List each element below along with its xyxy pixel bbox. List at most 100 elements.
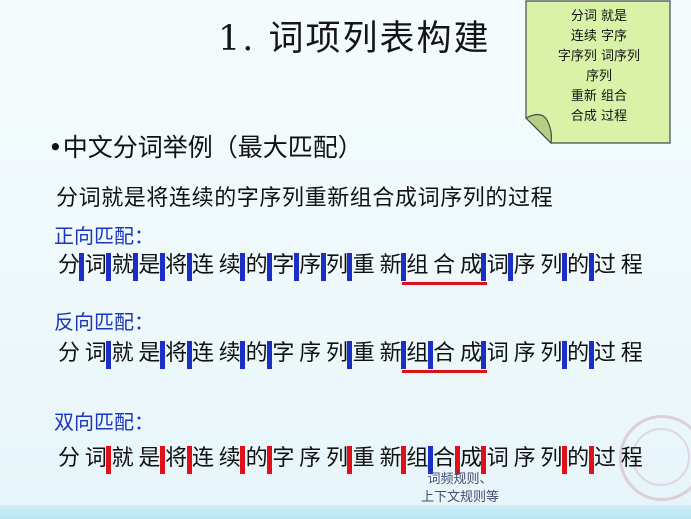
segmented-char: 是	[138, 341, 161, 366]
segmented-char: 是	[138, 446, 161, 471]
segmented-char: 将	[165, 253, 188, 278]
segmented-char: 连	[191, 446, 214, 471]
segmented-char: 续	[218, 446, 241, 471]
word-boundary-marker	[240, 341, 246, 369]
note-line: 序列	[585, 69, 612, 84]
segmented-char: 的	[567, 341, 590, 366]
word-boundary-marker	[427, 341, 433, 369]
bottom-band	[0, 505, 691, 519]
word-boundary-marker	[481, 446, 487, 474]
word-boundary-marker	[481, 253, 487, 281]
word-boundary-marker	[561, 253, 567, 281]
segmented-char: 续	[218, 341, 241, 366]
bidirectional-match-label: 双向匹配：	[54, 410, 154, 434]
segmented-char: 词	[84, 253, 107, 278]
ambiguity-underline	[402, 370, 487, 373]
segmented-char: 重	[352, 253, 375, 278]
footnote-line: 词频规则、	[427, 472, 493, 487]
segmented-char: 合	[433, 341, 456, 366]
word-boundary-marker	[400, 253, 406, 281]
segmented-char: 重	[352, 446, 375, 471]
segmented-char: 就	[111, 253, 134, 278]
segmented-char: 将	[165, 446, 188, 471]
segmented-char: 词	[486, 341, 509, 366]
segmented-char: 词	[486, 253, 509, 278]
segmented-char: 的	[245, 253, 268, 278]
segmented-char: 组	[406, 253, 429, 278]
segmented-char: 过	[593, 253, 616, 278]
segmented-char: 连	[191, 253, 214, 278]
segmented-char: 词	[84, 446, 107, 471]
segmented-char: 列	[325, 341, 348, 366]
footnote-line: 上下文规则等	[420, 490, 499, 505]
note-line: 字序列 词序列	[557, 49, 641, 64]
word-boundary-marker	[400, 341, 406, 369]
note-line: 分词 就是	[570, 9, 628, 24]
note-line: 连续 字序	[570, 29, 628, 44]
segmented-char: 列	[540, 341, 563, 366]
segmented-char: 分	[57, 341, 80, 366]
word-boundary-marker	[400, 446, 406, 474]
backward-match-segmentation: 分词就是将连续的字序列重新组合成词序列的过程	[56, 338, 676, 373]
bullet-text: 中文分词举例（最大匹配）	[62, 133, 363, 162]
segmented-char: 词	[84, 341, 107, 366]
word-boundary-marker	[240, 253, 246, 281]
word-boundary-marker	[320, 253, 326, 281]
forward-match-segmentation: 分词就是将连续的字序列重新组合成词序列的过程	[56, 250, 676, 285]
example-sentence: 分词就是将连续的字序列重新组合成词序列的过程	[56, 186, 554, 211]
word-boundary-marker	[159, 341, 165, 369]
word-boundary-marker	[159, 446, 165, 474]
word-boundary-marker	[186, 341, 192, 369]
word-boundary-marker	[561, 446, 567, 474]
word-boundary-marker	[347, 446, 353, 474]
segmented-char: 字	[272, 341, 295, 366]
note-line: 重新 组合	[570, 89, 628, 104]
segmented-char: 将	[165, 341, 188, 366]
word-boundary-marker	[106, 341, 112, 369]
segmented-char: 序	[299, 253, 322, 278]
footnote: 词频规则、 上下文规则等	[395, 471, 525, 507]
word-boundary-marker	[427, 446, 433, 474]
word-boundary-marker	[508, 253, 514, 281]
segmented-char: 列	[325, 446, 348, 471]
segmented-char: 的	[567, 446, 590, 471]
segmented-char: 列	[540, 253, 563, 278]
segmented-char: 分	[57, 253, 80, 278]
segmented-char: 重	[352, 341, 375, 366]
backward-match-label: 反向匹配：	[54, 310, 154, 334]
sticky-note-text: 分词 就是 连续 字序 字序列 词序列 序列 重新 组合 合成 过程	[531, 7, 667, 127]
segmented-char: 序	[513, 341, 536, 366]
word-boundary-marker	[588, 341, 594, 369]
segmented-char: 的	[245, 446, 268, 471]
word-boundary-marker	[79, 253, 85, 281]
word-boundary-marker	[186, 446, 192, 474]
segmented-char: 就	[111, 341, 134, 366]
note-line: 合成 过程	[570, 109, 628, 124]
segmented-char: 序	[513, 253, 536, 278]
segmented-char: 的	[567, 253, 590, 278]
segmented-char: 新	[379, 253, 402, 278]
word-boundary-marker	[106, 446, 112, 474]
segmented-char: 续	[218, 253, 241, 278]
word-boundary-marker	[347, 341, 353, 369]
segmented-char: 成	[459, 253, 482, 278]
word-boundary-marker	[159, 253, 165, 281]
segmented-char: 就	[111, 446, 134, 471]
word-boundary-marker	[240, 446, 246, 474]
segmented-char: 程	[620, 446, 643, 471]
segmented-char: 字	[272, 253, 295, 278]
segmented-char: 分	[57, 446, 80, 471]
word-boundary-marker	[588, 253, 594, 281]
segmented-char: 组	[406, 341, 429, 366]
forward-match-label: 正向匹配：	[54, 224, 154, 248]
segmented-char: 新	[379, 341, 402, 366]
segmented-char: 序	[299, 446, 322, 471]
segmented-char: 列	[325, 253, 348, 278]
segmented-char: 的	[245, 341, 268, 366]
ambiguity-underline	[402, 282, 487, 285]
bullet-item: •中文分词举例（最大匹配）	[48, 128, 363, 164]
segmented-char: 程	[620, 253, 643, 278]
bidirectional-match-segmentation: 分词就是将连续的字序列重新组合成词序列的过程	[56, 443, 676, 477]
word-boundary-marker	[186, 253, 192, 281]
segmented-char: 字	[272, 446, 295, 471]
